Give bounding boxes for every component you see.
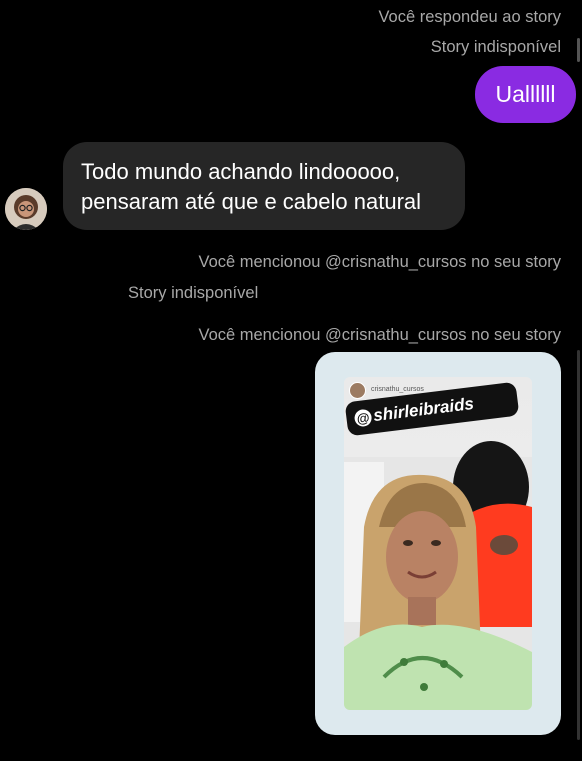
incoming-message-line: Todo mundo achando lindooooo,	[81, 159, 401, 184]
scroll-indicator-top	[577, 38, 580, 62]
story-mention-card[interactable]: crisnathu_cursos @ shirleibraids	[315, 352, 561, 735]
incoming-message-line: pensaram até que e cabelo natural	[81, 189, 422, 214]
outgoing-message-text: Uallllll	[495, 81, 556, 107]
mention-sticker-text: shirleibraids	[372, 393, 475, 426]
avatar-image	[5, 188, 47, 230]
sender-avatar[interactable]	[5, 188, 47, 230]
reply-note: Você respondeu ao story	[378, 8, 561, 26]
mention-note: Você mencionou @crisnathu_cursos no seu …	[198, 326, 561, 344]
story-account-avatar	[349, 382, 366, 399]
incoming-message-bubble[interactable]: Todo mundo achando lindooooo, pensaram a…	[63, 142, 465, 230]
story-unavailable-note: Story indisponível	[128, 284, 259, 302]
mention-note: Você mencionou @crisnathu_cursos no seu …	[198, 253, 561, 271]
scroll-indicator-bottom	[577, 350, 580, 740]
at-sign-icon: @	[353, 407, 373, 427]
story-account-name: crisnathu_cursos	[371, 386, 424, 393]
story-preview[interactable]: crisnathu_cursos @ shirleibraids	[344, 377, 532, 710]
story-unavailable-note: Story indisponível	[430, 38, 561, 56]
outgoing-message-bubble[interactable]: Uallllll	[475, 66, 576, 123]
